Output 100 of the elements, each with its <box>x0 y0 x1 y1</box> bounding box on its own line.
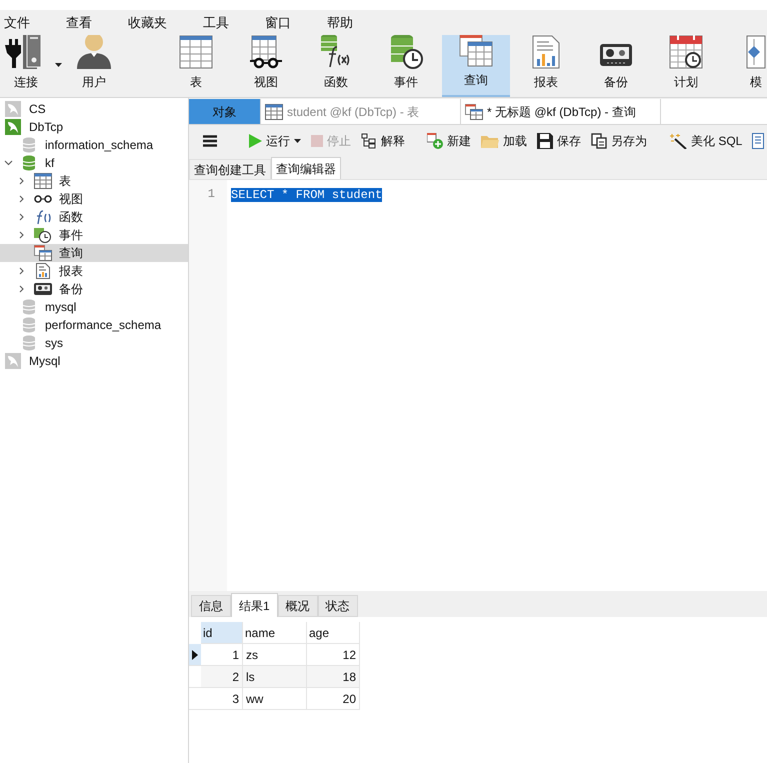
tree-label: 备份 <box>59 281 83 298</box>
query-icon <box>459 35 493 67</box>
dolphin-icon <box>5 353 21 369</box>
table-cell: 12 <box>307 644 360 666</box>
toolbar-button[interactable]: 报表 <box>512 35 580 97</box>
chevron-icon[interactable] <box>18 213 26 221</box>
tree-label: 报表 <box>59 263 83 280</box>
tree-label: mysql <box>45 299 76 316</box>
toolbar-button[interactable]: 函数 <box>302 35 370 97</box>
menu-item[interactable]: 工具 <box>193 12 239 32</box>
result-tab[interactable]: 结果1 <box>231 593 278 617</box>
tree-item[interactable]: performance_schema <box>0 316 188 334</box>
menu-item[interactable]: 窗口 <box>255 12 301 32</box>
toolbar-button[interactable]: 用户 <box>60 35 128 97</box>
database-icon <box>22 299 36 315</box>
table-cell: ww <box>243 688 307 710</box>
tree-item[interactable]: 报表 <box>0 262 188 280</box>
result-tab[interactable]: 概况 <box>278 595 318 617</box>
report-icon <box>532 35 560 69</box>
sql-editor[interactable]: 1 SELECT * FROM student <box>189 179 767 591</box>
function-icon <box>34 209 52 225</box>
document-tab[interactable]: 对象 <box>189 99 261 124</box>
table-cell: ls <box>243 666 307 688</box>
current-row-icon <box>192 650 198 660</box>
toolbar-button[interactable]: 新建 <box>422 129 476 153</box>
tree-item[interactable]: 函数 <box>0 208 188 226</box>
folder-icon <box>481 134 499 148</box>
menu-item[interactable]: 文件 <box>0 12 40 32</box>
table-cell: 1 <box>201 644 243 666</box>
tree-item[interactable]: 视图 <box>0 190 188 208</box>
glasses-icon <box>34 194 52 204</box>
toolbar-button[interactable]: 另存为 <box>586 129 652 153</box>
document-tab[interactable]: * 无标题 @kf (DbTcp) - 查询 <box>461 99 661 124</box>
line-number: 1 <box>206 186 216 201</box>
user-icon <box>76 35 112 69</box>
toolbar-button[interactable]: 连接 <box>0 35 60 97</box>
tree-item[interactable]: DbTcp <box>0 118 188 136</box>
toolbar-button[interactable]: 美化 SQL <box>664 129 748 153</box>
tree-item[interactable]: 表 <box>0 172 188 190</box>
tree-label: 视图 <box>59 191 83 208</box>
toolbar-button[interactable]: 解释 <box>356 129 410 153</box>
tree-label: 查询 <box>59 245 83 262</box>
tree-item[interactable]: CS <box>0 100 188 118</box>
table-cell: 3 <box>201 688 243 710</box>
menu-item[interactable]: 收藏夹 <box>118 12 177 32</box>
play-icon <box>248 134 262 148</box>
tree-item[interactable]: kf <box>0 154 188 172</box>
document-icon <box>752 133 764 149</box>
tree-label: DbTcp <box>29 119 64 136</box>
table-cell: 2 <box>201 666 243 688</box>
menu-item[interactable]: 查看 <box>56 12 102 32</box>
tree-label: Mysql <box>29 353 60 370</box>
column-header[interactable]: age <box>307 622 360 644</box>
toolbar-button[interactable]: 运行 <box>243 129 306 153</box>
chevron-icon[interactable] <box>18 285 26 293</box>
query-icon <box>34 245 52 261</box>
tree-item[interactable]: 查询 <box>0 244 188 262</box>
chevron-icon[interactable] <box>18 195 26 203</box>
column-header[interactable]: name <box>243 622 307 644</box>
toolbar-button[interactable]: 视图 <box>232 35 300 97</box>
result-tab[interactable]: 状态 <box>318 595 358 617</box>
tree-item[interactable]: sys <box>0 334 188 352</box>
column-header[interactable]: id <box>201 622 243 644</box>
tree-label: information_schema <box>45 137 154 154</box>
tree-item[interactable]: information_schema <box>0 136 188 154</box>
tree-item[interactable]: Mysql <box>0 352 188 370</box>
toolbar-button[interactable]: 事件 <box>372 35 440 97</box>
tree-item[interactable]: 事件 <box>0 226 188 244</box>
editor-tab[interactable]: 查询创建工具 <box>189 159 271 179</box>
query-icon <box>465 104 483 120</box>
tree-item[interactable]: 备份 <box>0 280 188 298</box>
caret-icon[interactable] <box>55 63 62 67</box>
new-query-icon <box>427 133 443 149</box>
toolbar-button[interactable]: 保存 <box>532 129 586 153</box>
result-tab[interactable]: 信息 <box>191 595 231 617</box>
view-icon <box>249 35 283 69</box>
table-icon <box>179 35 213 69</box>
chevron-icon[interactable] <box>4 159 13 167</box>
toolbar-button[interactable]: 查询 <box>442 35 510 97</box>
event-icon <box>34 227 52 243</box>
toolbar-button[interactable]: 备份 <box>582 35 650 97</box>
menu-item[interactable]: 帮助 <box>317 12 363 32</box>
tree-item[interactable]: mysql <box>0 298 188 316</box>
tree-label: performance_schema <box>45 317 162 334</box>
chevron-icon[interactable] <box>18 231 26 239</box>
tree-label: kf <box>45 155 54 172</box>
toolbar-button[interactable]: 表 <box>162 35 230 97</box>
model-icon <box>746 35 766 69</box>
database-icon <box>22 137 36 153</box>
table-cell: 18 <box>307 666 360 688</box>
table-cell: zs <box>243 644 307 666</box>
toolbar-button[interactable]: 模 <box>722 35 767 97</box>
database-icon <box>22 317 36 333</box>
toolbar-button[interactable]: 计划 <box>652 35 720 97</box>
row-header[interactable] <box>189 644 201 666</box>
document-tab[interactable]: student @kf (DbTcp) - 表 <box>261 99 461 124</box>
editor-tab[interactable]: 查询编辑器 <box>271 157 341 179</box>
chevron-icon[interactable] <box>18 177 26 185</box>
toolbar-button[interactable]: 加载 <box>476 129 532 153</box>
chevron-icon[interactable] <box>18 267 26 275</box>
